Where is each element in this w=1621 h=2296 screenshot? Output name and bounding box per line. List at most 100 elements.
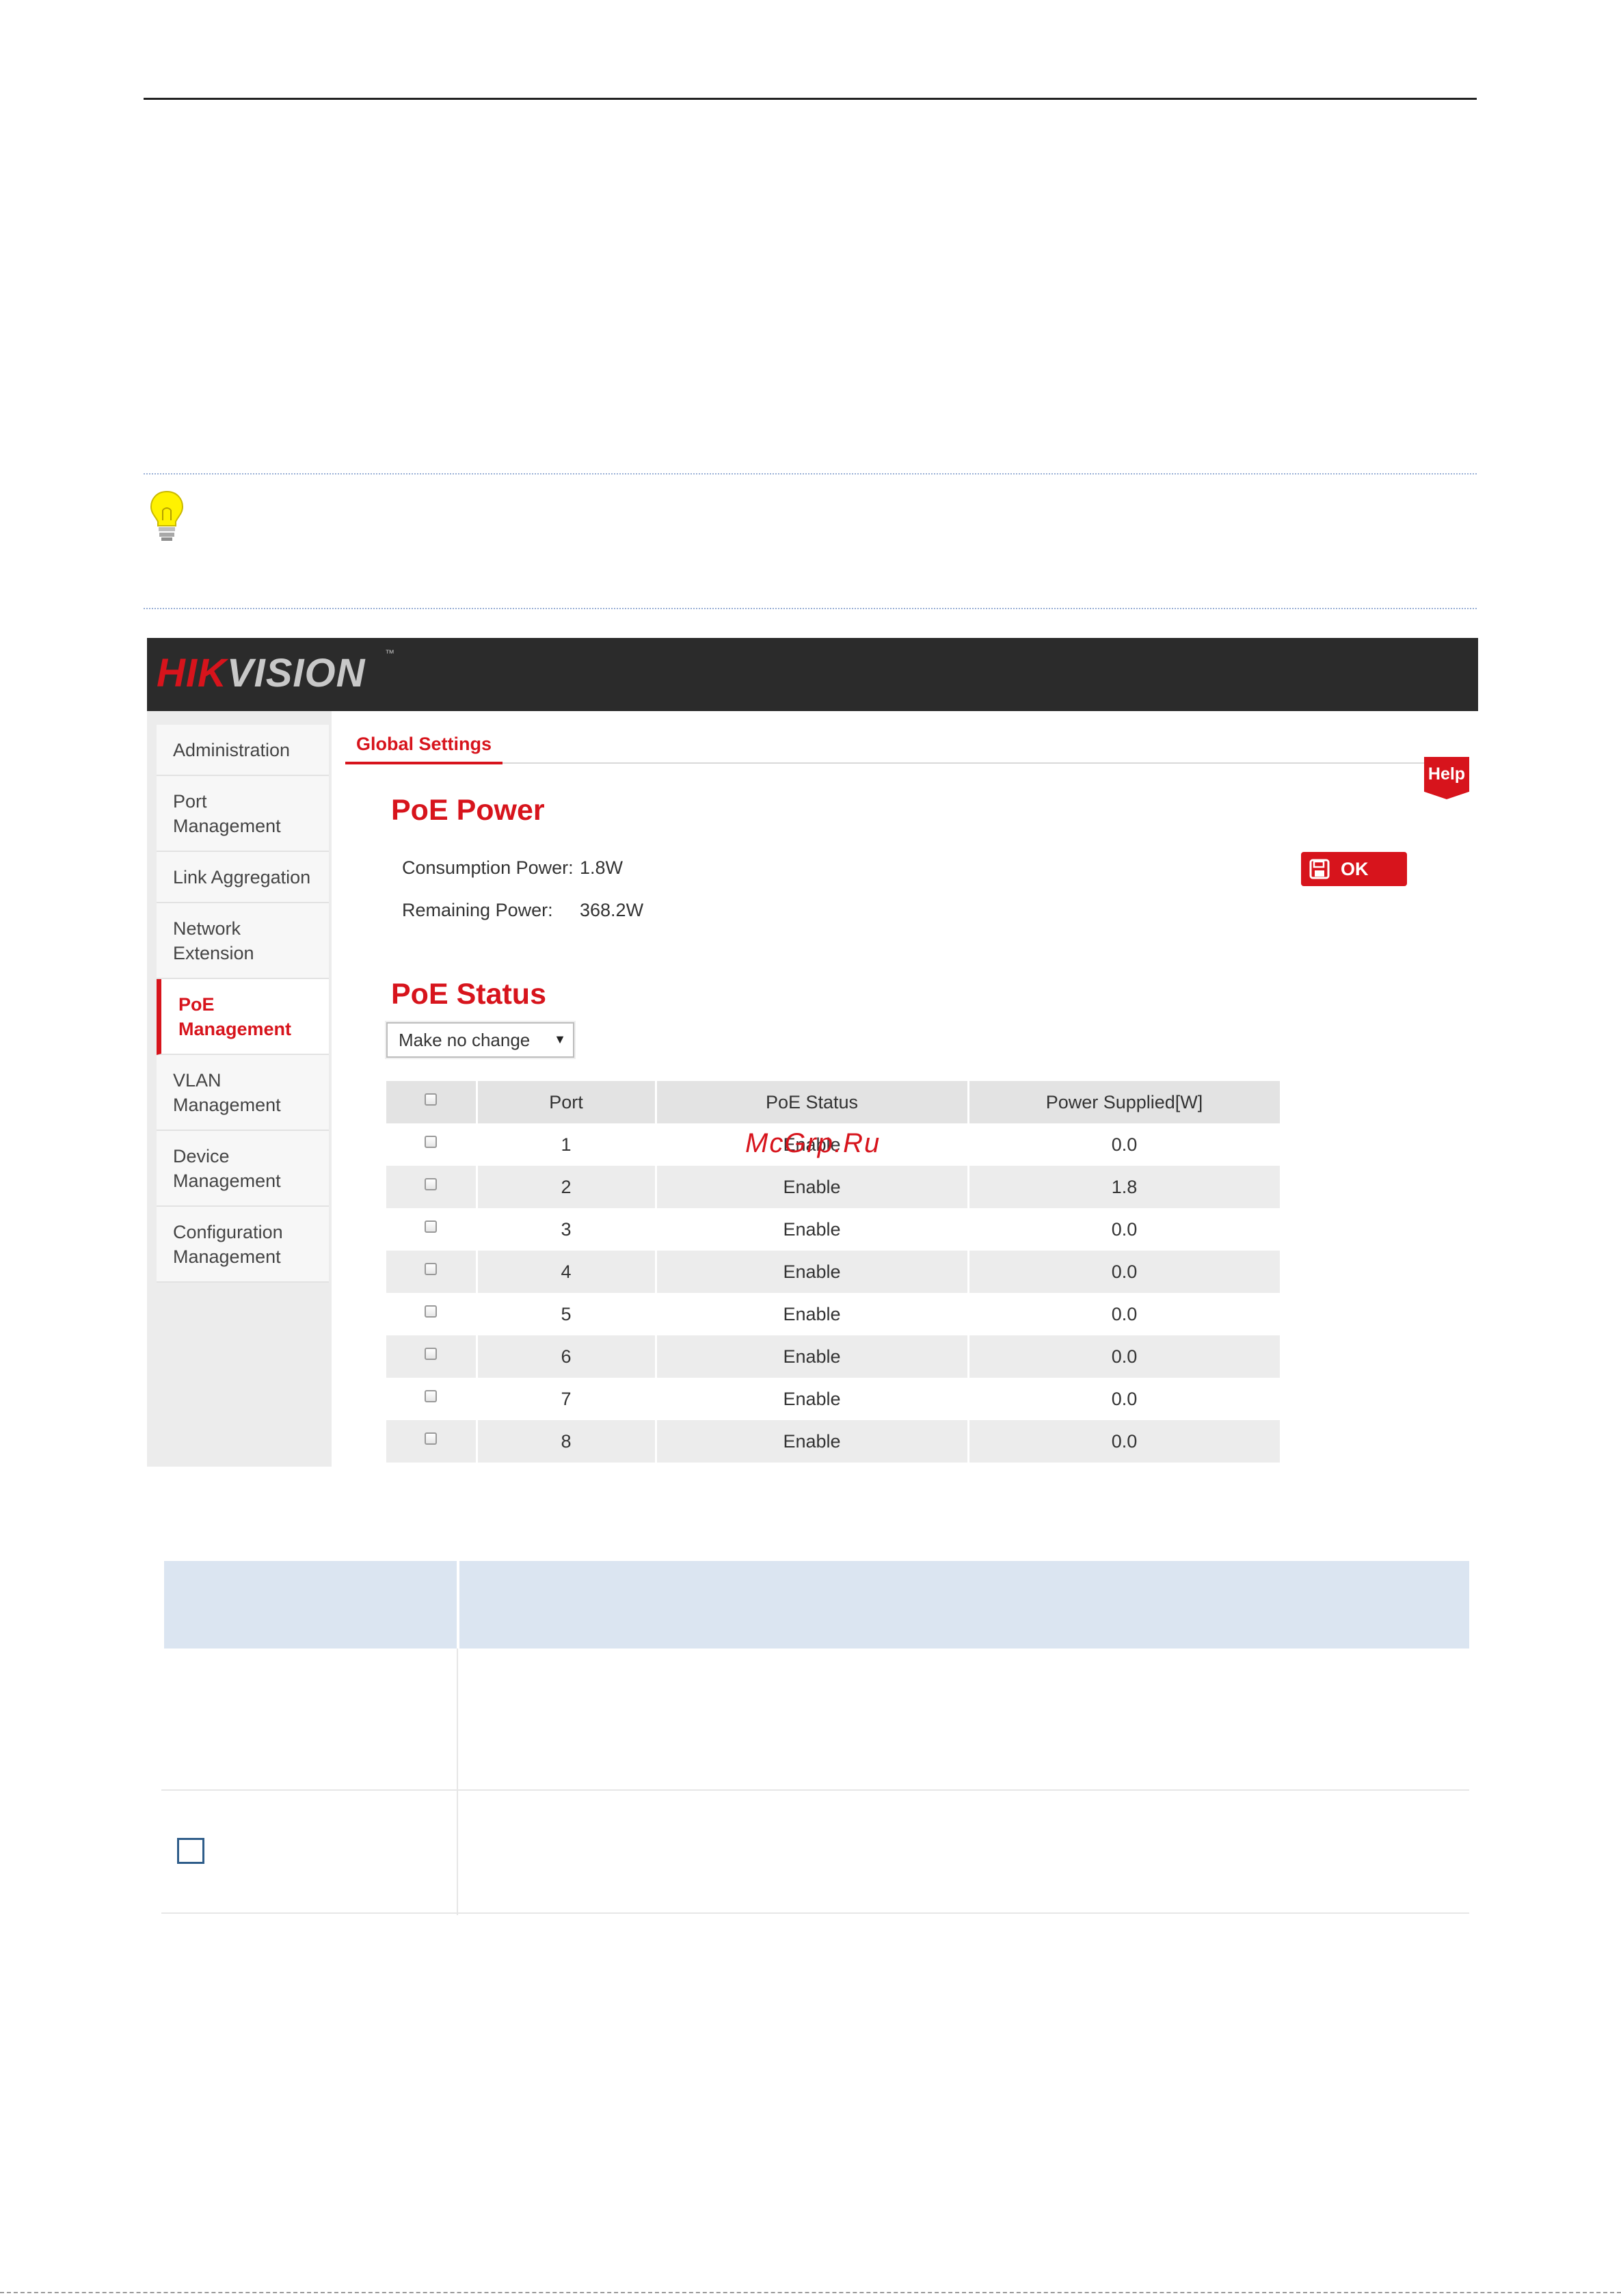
description-table-divider [457,1648,458,1915]
row-checkbox[interactable] [425,1432,438,1445]
sidebar-item-label: Configuration Management [173,1221,283,1267]
row-checkbox-cell [386,1293,478,1335]
row-checkbox[interactable] [425,1390,438,1403]
tab-global-settings[interactable]: Global Settings [345,734,503,755]
sidebar-item-label: Port Management [173,790,281,836]
poe-status-select[interactable]: Make no change ▼ [386,1022,574,1058]
status-cell: Enable [656,1166,969,1208]
remaining-power-value: 368.2W [580,900,644,920]
port-cell: 6 [477,1335,657,1378]
row-checkbox-cell [386,1123,478,1166]
port-cell: 2 [477,1166,657,1208]
description-table-header-left [164,1561,457,1648]
sidebar-item-label: PoE Management [178,993,292,1039]
sidebar: Administration Port Management Link Aggr… [147,711,332,1467]
port-cell: 8 [477,1420,657,1463]
power-cell: 0.0 [968,1123,1282,1166]
row-checkbox-cell [386,1378,478,1420]
row-checkbox-cell [386,1420,478,1463]
table-header-row: Port PoE Status Power Supplied[W] [386,1081,1282,1123]
checkbox-icon [177,1838,204,1864]
power-cell: 0.0 [968,1420,1282,1463]
lightbulb-icon [150,490,184,541]
description-row-divider [161,1912,1469,1914]
select-all-checkbox[interactable] [425,1093,438,1106]
consumption-power-label: Consumption Power: [402,857,574,878]
power-cell: 0.0 [968,1335,1282,1378]
sidebar-item-label: Administration [173,739,291,760]
sidebar-item-vlan-management[interactable]: VLAN Management [157,1055,329,1131]
table-row[interactable]: 5 Enable 0.0 [386,1293,1282,1335]
power-cell: 0.0 [968,1251,1282,1293]
power-cell: 1.8 [968,1166,1282,1208]
row-checkbox[interactable] [425,1136,438,1149]
web-ui-screenshot: HIKVISION ™ Administration Port Manageme… [147,638,1478,1467]
port-cell: 5 [477,1293,657,1335]
table-row[interactable]: 3 Enable 0.0 [386,1208,1282,1251]
row-checkbox[interactable] [425,1305,438,1318]
status-cell: Enable [656,1208,969,1251]
sidebar-item-administration[interactable]: Administration [157,725,329,776]
row-checkbox-cell [386,1166,478,1208]
select-all-cell [386,1081,478,1123]
sidebar-item-label: VLAN Management [173,1069,281,1115]
power-cell: 0.0 [968,1208,1282,1251]
save-icon [1309,859,1330,879]
table-row[interactable]: 2 Enable 1.8 [386,1166,1282,1208]
status-cell: Enable [656,1335,969,1378]
sidebar-item-port-management[interactable]: Port Management [157,776,329,852]
table-row[interactable]: 4 Enable 0.0 [386,1251,1282,1293]
dropdown-caret-icon: ▼ [554,1032,566,1046]
column-header-power-supplied: Power Supplied[W] [968,1081,1282,1123]
sidebar-item-network-extension[interactable]: Network Extension [157,903,329,979]
column-header-poe-status: PoE Status [656,1081,969,1123]
help-button[interactable]: Help [1424,757,1469,799]
row-checkbox[interactable] [425,1220,438,1233]
row-checkbox[interactable] [425,1348,438,1361]
sidebar-item-label: Network Extension [173,918,254,963]
status-cell: Enable [656,1293,969,1335]
status-cell: Enable [656,1251,969,1293]
poe-status-heading: PoE Status [391,978,546,1011]
hikvision-logo: HIKVISION [157,650,366,696]
select-value: Make no change [399,1029,531,1050]
sidebar-item-poe-management[interactable]: PoE Management [157,979,329,1055]
row-checkbox-cell [386,1251,478,1293]
status-cell: Enable [656,1420,969,1463]
sidebar-item-configuration-management[interactable]: Configuration Management [157,1207,329,1283]
page-top-rule [144,98,1477,100]
table-row[interactable]: 7 Enable 0.0 [386,1378,1282,1420]
description-table-header-right [459,1561,1469,1648]
tab-active-underline [345,762,503,764]
port-cell: 3 [477,1208,657,1251]
power-cell: 0.0 [968,1378,1282,1420]
row-checkbox[interactable] [425,1178,438,1191]
sidebar-item-label: Link Aggregation [173,866,311,887]
logo-part-hik: HIK [157,651,227,695]
remaining-power-label: Remaining Power: [402,900,553,920]
port-cell: 4 [477,1251,657,1293]
watermark: McGrp.Ru [745,1128,881,1158]
app-header: HIKVISION ™ [147,638,1478,711]
row-checkbox-cell [386,1335,478,1378]
poe-power-heading: PoE Power [391,794,545,827]
port-cell: 1 [477,1123,657,1166]
row-checkbox[interactable] [425,1263,438,1276]
power-cell: 0.0 [968,1293,1282,1335]
port-cell: 7 [477,1378,657,1420]
description-row-divider [161,1789,1469,1791]
consumption-power-value: 1.8W [580,857,624,878]
sidebar-item-device-management[interactable]: Device Management [157,1131,329,1207]
trademark-mark: ™ [385,648,394,658]
table-row[interactable]: 8 Enable 0.0 [386,1420,1282,1463]
page-bottom-rule [0,2292,1621,2293]
sidebar-item-label: Device Management [173,1145,281,1191]
status-cell: Enable [656,1378,969,1420]
ok-button-label: OK [1341,858,1369,879]
tip-divider-bottom [144,608,1477,609]
ok-button[interactable]: OK [1301,852,1407,886]
tip-divider-top [144,473,1477,475]
sidebar-item-link-aggregation[interactable]: Link Aggregation [157,852,329,903]
logo-part-vision: VISION [226,651,366,695]
table-row[interactable]: 6 Enable 0.0 [386,1335,1282,1378]
